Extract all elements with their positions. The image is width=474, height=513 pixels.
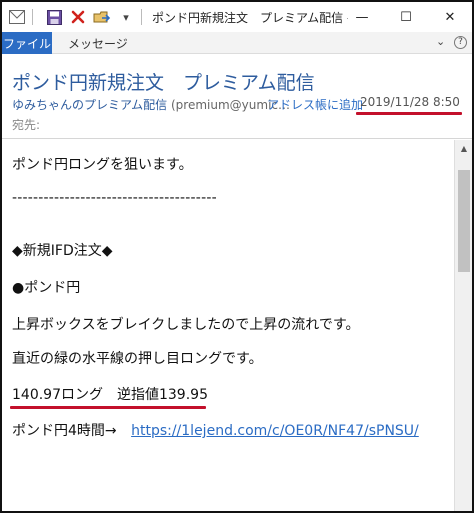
mail-app-icon [8,8,26,26]
chart-link-label: ポンド円4時間→ [12,423,117,439]
collapse-ribbon-icon[interactable]: ⌄ [436,35,445,48]
body-line-intro: ポンド円ロングを狙います。 [12,157,193,173]
chart-link[interactable]: https://1lejend.com/c/OE0R/NF47/sPNSU/ [131,423,419,439]
sender-name[interactable]: ゆみちゃんのプレミアム配信 [12,98,167,112]
body-line-pullback: 直近の緑の水平線の押し目ロングです。 [12,351,263,367]
title-separator-2 [141,9,142,25]
add-to-address-book-link[interactable]: アドレス帳に追加 [267,96,363,113]
mail-window: ▾ ポンド円新規注文 プレミアム配信 - ... — ☐ ✕ ファイル メッセー… [0,0,474,513]
entry-highlight-underline [10,406,206,409]
save-icon[interactable] [45,8,63,26]
title-bar: ▾ ポンド円新規注文 プレミアム配信 - ... — ☐ ✕ [2,2,472,32]
minimize-button[interactable]: — [340,2,384,32]
tab-message[interactable]: メッセージ [68,32,128,54]
close-button[interactable]: ✕ [428,2,472,32]
body-line-chart: ポンド円4時間→ https://1lejend.com/c/OE0R/NF47… [12,420,419,440]
body-line-order-heading: ◆新規IFD注文◆ [12,243,113,259]
tab-file[interactable]: ファイル [2,32,52,54]
scrollbar-thumb[interactable] [458,170,470,272]
body-line-entry-stop: 140.97ロング 逆指値139.95 [12,387,208,403]
vertical-scrollbar[interactable]: ▲ [454,140,472,511]
maximize-button[interactable]: ☐ [384,2,428,32]
delete-icon[interactable] [69,8,87,26]
scroll-up-icon[interactable]: ▲ [455,140,472,156]
ribbon-tabs: ファイル メッセージ ⌄ ? [2,32,472,54]
sender-line: ゆみちゃんのプレミアム配信 (premium@yumic… [12,96,290,113]
window-title: ポンド円新規注文 プレミアム配信 - ... [152,10,348,25]
message-subject: ポンド円新規注文 プレミアム配信 [12,72,315,94]
message-body: ポンド円ロングを狙います。 --------------------------… [2,140,454,511]
body-line-divider: --------------------------------------- [12,190,217,206]
quick-access-dropdown-icon[interactable]: ▾ [117,8,135,26]
body-line-pair: ●ポンド円 [12,280,81,296]
message-header: ポンド円新規注文 プレミアム配信 ゆみちゃんのプレミアム配信 (premium@… [2,55,472,139]
move-to-folder-icon[interactable] [93,8,111,26]
datetime-highlight-underline [356,112,462,115]
help-icon[interactable]: ? [454,36,467,49]
to-label: 宛先: [12,118,41,132]
title-separator [32,9,33,25]
body-line-breakout: 上昇ボックスをブレイクしましたので上昇の流れです。 [12,317,360,333]
message-datetime: 2019/11/28 8:50 [360,95,460,109]
